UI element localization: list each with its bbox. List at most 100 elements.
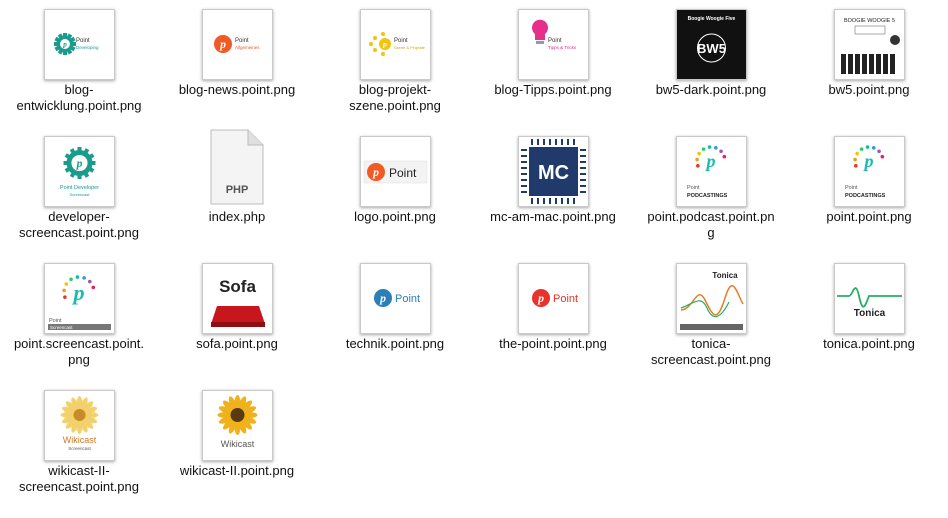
thumb-text: Point [389, 166, 417, 180]
file-name-line: blog-news.point.png [178, 82, 296, 97]
image-thumbnail[interactable]: p Point Screencast [44, 263, 115, 334]
svg-text:p: p [372, 166, 379, 179]
file-item-blog-entwicklung[interactable]: p Point Developing blog-entwicklung.point.p… [0, 0, 158, 126]
file-name-line: blog-Tipps.point.png [494, 82, 612, 97]
file-name-line: the-point.point.png [499, 336, 607, 351]
image-thumbnail[interactable]: BOOGIE WOOGIE 5 [834, 9, 905, 80]
image-thumbnail[interactable]: p Point PODCASTINGS [834, 136, 905, 207]
image-thumbnail[interactable]: p Point Allgemeines [202, 9, 273, 80]
image-thumbnail[interactable]: p Point PODCASTINGS [676, 136, 747, 207]
thumb-text: Szene & Projekte [394, 45, 426, 50]
file-item-tonica[interactable]: Tonica tonica.point.png [790, 254, 948, 380]
thumbnail-graphic: p Point [363, 160, 428, 184]
thumb-text: Point Developer [60, 185, 99, 191]
file-name-line: blog- [64, 82, 94, 97]
file-name-label[interactable]: developer-screencast.point.png [0, 209, 158, 241]
image-thumbnail[interactable]: p Point Szene & Projekte [360, 9, 431, 80]
file-name-label[interactable]: point.screencast.point. png [0, 336, 158, 368]
file-name-label[interactable]: bw5-dark.point.png [632, 82, 790, 98]
thumb-text: Point [394, 38, 408, 44]
file-name-label[interactable]: blog-Tipps.point.png [474, 82, 632, 98]
file-name-label[interactable]: index.php [158, 209, 316, 225]
file-name-line: bw5-dark.point.png [655, 82, 767, 97]
thumbnail-graphic: PointTipps & Tricks [532, 19, 577, 50]
svg-text:p: p [72, 280, 85, 305]
file-item-blog-projekt-szene[interactable]: p Point Szene & Projekte blog-projekt-szene… [316, 0, 474, 126]
file-name-label[interactable]: technik.point.png [316, 336, 474, 352]
thumb-text: Point [687, 185, 700, 191]
thumbnail-graphic: p PointAllgemeines [214, 35, 260, 53]
file-item-tonica-screencast[interactable]: Tonica tonica-screencast.point.png [632, 254, 790, 380]
thumb-text: Screencast [50, 325, 73, 330]
file-item-sofa[interactable]: Sofa sofa.point.png [158, 254, 316, 380]
file-name-label[interactable]: point.podcast.point.pn g [632, 209, 790, 241]
file-name-line: screencast.point.png [651, 352, 771, 367]
thumb-text: Developing [76, 45, 99, 50]
file-name-label[interactable]: blog-entwicklung.point.png [0, 82, 158, 114]
thumb-text: Wikicast [221, 439, 255, 449]
thumb-text: Sofa [219, 277, 256, 296]
php-label: PHP [226, 184, 249, 196]
file-name-label[interactable]: logo.point.png [316, 209, 474, 225]
thumbnail-graphic: p Point PODCASTINGS [845, 145, 886, 199]
file-name-line: mc-am-mac.point.png [490, 209, 616, 224]
file-name-label[interactable]: sofa.point.png [158, 336, 316, 352]
file-name-label[interactable]: point.point.png [790, 209, 948, 225]
file-item-mc-am-mac[interactable]: MC mc-am-mac.point.png [474, 127, 632, 253]
image-thumbnail[interactable]: p Point Developer Screencast [44, 136, 115, 207]
svg-text:p: p [705, 151, 716, 171]
file-name-line: logo.point.png [354, 209, 436, 224]
svg-text:p: p [76, 157, 83, 170]
thumbnail-graphic: Tonica [680, 271, 744, 330]
thumbnail-graphic: p Point [374, 289, 420, 307]
file-item-point-screencast[interactable]: p Point Screencast point.screencast.point. p… [0, 254, 158, 380]
image-thumbnail[interactable]: Wikicast [202, 390, 273, 461]
file-item-index-php[interactable]: PHP index.php [158, 127, 316, 253]
file-item-developer-screencast[interactable]: p Point Developer Screencast developer-scre… [0, 127, 158, 253]
thumb-text: Point [395, 293, 420, 305]
image-thumbnail[interactable]: Point Tipps & Tricks [518, 9, 589, 80]
image-thumbnail[interactable]: p Point [360, 263, 431, 334]
file-item-blog-news[interactable]: p Point Allgemeines blog-news.point.png [158, 0, 316, 126]
file-name-label[interactable]: wikicast-II-screencast.point.png [0, 463, 158, 495]
image-thumbnail[interactable]: Tonica [676, 263, 747, 334]
file-item-wikicast-ii-screencast[interactable]: Wikicast Screencast wikicast-II-screencast… [0, 381, 158, 507]
thumb-text: Boogie Woogie Five [688, 16, 736, 22]
file-name-line: tonica.point.png [823, 336, 915, 351]
file-item-technik[interactable]: p Point technik.point.png [316, 254, 474, 380]
file-item-point-podcast[interactable]: p Point PODCASTINGS point.podcast.point.pn g [632, 127, 790, 253]
file-name-label[interactable]: blog-projekt-szene.point.png [316, 82, 474, 114]
image-thumbnail[interactable]: p Point [360, 136, 431, 207]
thumb-text: Wikicast [63, 435, 97, 445]
file-item-logo[interactable]: p Point logo.point.png [316, 127, 474, 253]
file-item-point-podcast2[interactable]: p Point PODCASTINGS point.point.png [790, 127, 948, 253]
file-name-label[interactable]: tonica.point.png [790, 336, 948, 352]
image-thumbnail[interactable]: Tonica [834, 263, 905, 334]
image-thumbnail[interactable]: MC [518, 136, 589, 207]
file-item-bw5[interactable]: BOOGIE WOOGIE 5 bw5.point.png [790, 0, 948, 126]
file-name-label[interactable]: mc-am-mac.point.png [474, 209, 632, 225]
image-thumbnail[interactable]: p Point [518, 263, 589, 334]
thumbnail-graphic: BOOGIE WOOGIE 5 [841, 18, 900, 74]
image-thumbnail[interactable]: Sofa [202, 263, 273, 334]
thumbnail-graphic: p Point PODCASTINGS [687, 145, 728, 199]
svg-text:p: p [62, 40, 67, 48]
thumbnail-graphic: p Point [532, 289, 578, 307]
php-file-icon[interactable]: PHP [210, 129, 264, 205]
image-thumbnail[interactable]: Boogie Woogie Five BW5 [676, 9, 747, 80]
file-name-label[interactable]: blog-news.point.png [158, 82, 316, 98]
image-thumbnail[interactable]: p Point Developing [44, 9, 115, 80]
file-item-bw5-dark[interactable]: Boogie Woogie Five BW5 bw5-dark.point.png [632, 0, 790, 126]
thumbnail-graphic: Boogie Woogie Five BW5 [677, 10, 746, 79]
file-name-label[interactable]: wikicast-II.point.png [158, 463, 316, 479]
file-name-label[interactable]: tonica-screencast.point.png [632, 336, 790, 368]
file-item-blog-tipps[interactable]: Point Tipps & Tricks blog-Tipps.point.png [474, 0, 632, 126]
thumbnail-graphic: Tonica [837, 287, 902, 319]
file-name-label[interactable]: the-point.point.png [474, 336, 632, 352]
file-item-the-point[interactable]: p Point the-point.point.png [474, 254, 632, 380]
thumbnail-graphic: p PointScreencast [48, 275, 111, 330]
file-item-wikicast-ii[interactable]: Wikicast wikicast-II.point.png [158, 381, 316, 507]
image-thumbnail[interactable]: Wikicast Screencast [44, 390, 115, 461]
file-name-line: wikicast-II.point.png [179, 463, 295, 478]
file-name-label[interactable]: bw5.point.png [790, 82, 948, 98]
